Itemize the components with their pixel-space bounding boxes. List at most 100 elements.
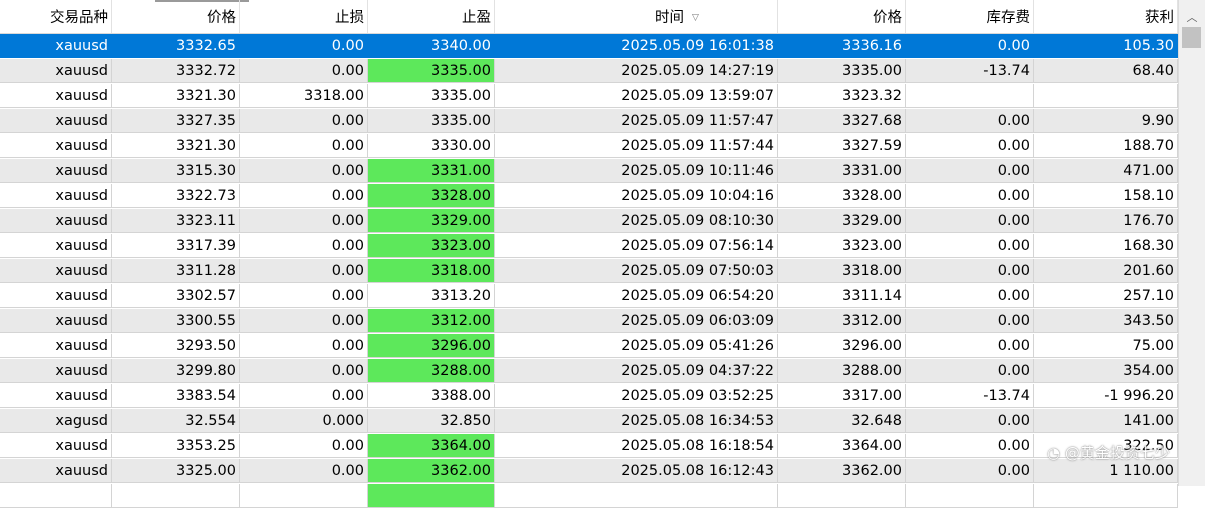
cell-sl: 0.00 [240,109,368,133]
table-row[interactable]: xauusd 3315.30 0.00 3331.00 2025.05.09 10:11… [0,159,1178,184]
scrollbar-thumb[interactable] [1182,27,1201,48]
cell-sl: 0.00 [240,34,368,58]
table-header: 交易品种 价格 止损 止盈 时间 ▽ 价格 库存费 获利 [0,0,1178,34]
column-header-swap[interactable]: 库存费 [906,0,1034,33]
cell-sl: 0.00 [240,459,368,483]
cell-symbol: xauusd [0,84,112,108]
table-row[interactable]: xauusd 3327.35 0.00 3335.00 2025.05.09 11:57… [0,109,1178,134]
cell-swap: 0.00 [906,409,1034,433]
table-row[interactable]: xauusd 3322.73 0.00 3328.00 2025.05.09 10:04… [0,184,1178,209]
cell-tp: 3312.00 [368,309,495,333]
cell-tp: 32.850 [368,409,495,433]
watermark: ◔ @黄金投资七少 [1047,442,1170,463]
cell-price: 3300.55 [112,309,240,333]
cell-sl: 0.00 [240,134,368,158]
cell-price: 3302.57 [112,284,240,308]
table-row[interactable]: xauusd 3321.30 0.00 3330.00 2025.05.09 11:57… [0,134,1178,159]
table-row[interactable] [0,484,1178,509]
table-row[interactable]: xauusd 3325.00 0.00 3362.00 2025.05.08 16:12… [0,459,1178,484]
table-row[interactable]: xauusd 3300.55 0.00 3312.00 2025.05.09 06:03… [0,309,1178,334]
cell-profit: 176.70 [1034,209,1178,233]
table-row[interactable]: xauusd 3311.28 0.00 3318.00 2025.05.09 07:50… [0,259,1178,284]
cell-tp: 3331.00 [368,159,495,183]
cell-time: 2025.05.09 06:54:20 [495,284,778,308]
cell-sl: 0.00 [240,209,368,233]
column-header-profit[interactable]: 获利 [1034,0,1178,33]
cell-swap: 0.00 [906,259,1034,283]
cell-symbol: xauusd [0,234,112,258]
column-header-price[interactable]: 价格 [112,0,240,33]
vertical-scrollbar[interactable]: ︿ [1178,0,1205,486]
cell-symbol: xauusd [0,459,112,483]
cell-time: 2025.05.09 05:41:26 [495,334,778,358]
table-row[interactable]: xauusd 3332.65 0.00 3340.00 2025.05.09 16:01… [0,34,1178,59]
cell-time: 2025.05.08 16:12:43 [495,459,778,483]
cell-sl: 0.00 [240,434,368,458]
cell-profit: 141.00 [1034,409,1178,433]
cell-swap: 0.00 [906,109,1034,133]
cell-time: 2025.05.08 16:18:54 [495,434,778,458]
cell-price [112,484,240,508]
cell-tp: 3329.00 [368,209,495,233]
cell-swap: 0.00 [906,459,1034,483]
cell-symbol: xagusd [0,409,112,433]
table-row[interactable]: xauusd 3317.39 0.00 3323.00 2025.05.09 07:56… [0,234,1178,259]
cell-time: 2025.05.09 04:37:22 [495,359,778,383]
cell-swap: 0.00 [906,34,1034,58]
cell-profit [1034,84,1178,108]
scroll-up-arrow-icon[interactable]: ︿ [1179,9,1205,25]
cell-profit: 68.40 [1034,59,1178,83]
cell-close-price: 3296.00 [778,334,906,358]
cell-tp: 3335.00 [368,109,495,133]
cell-time: 2025.05.09 08:10:30 [495,209,778,233]
cell-close-price: 3288.00 [778,359,906,383]
cell-symbol: xauusd [0,59,112,83]
cell-close-price: 3331.00 [778,159,906,183]
cell-price: 3311.28 [112,259,240,283]
cell-close-price: 3327.68 [778,109,906,133]
cell-tp: 3362.00 [368,459,495,483]
cell-tp [368,484,495,508]
cell-tp: 3364.00 [368,434,495,458]
table-row[interactable]: xauusd 3332.72 0.00 3335.00 2025.05.09 14:27… [0,59,1178,84]
cell-symbol: xauusd [0,159,112,183]
column-header-close-price[interactable]: 价格 [778,0,906,33]
cell-symbol: xauusd [0,34,112,58]
table-row[interactable]: xagusd 32.554 0.000 32.850 2025.05.08 16:34:… [0,409,1178,434]
table-row[interactable]: xauusd 3302.57 0.00 3313.20 2025.05.09 06:54… [0,284,1178,309]
cell-price: 3299.80 [112,359,240,383]
cell-close-price: 3336.16 [778,34,906,58]
column-header-symbol[interactable]: 交易品种 [0,0,112,33]
cell-time: 2025.05.09 07:56:14 [495,234,778,258]
cell-symbol: xauusd [0,434,112,458]
cell-price: 3353.25 [112,434,240,458]
cell-swap: 0.00 [906,134,1034,158]
cell-close-price: 3329.00 [778,209,906,233]
table-row[interactable]: xauusd 3323.11 0.00 3329.00 2025.05.09 08:10… [0,209,1178,234]
cell-profit: 168.30 [1034,234,1178,258]
sort-descending-icon: ▽ [692,13,699,23]
table-row[interactable]: xauusd 3293.50 0.00 3296.00 2025.05.09 05:41… [0,334,1178,359]
column-header-take-profit[interactable]: 止盈 [368,0,495,33]
cell-swap: 0.00 [906,159,1034,183]
table-row[interactable]: xauusd 3383.54 0.00 3388.00 2025.05.09 03:52… [0,384,1178,409]
cell-sl: 0.00 [240,359,368,383]
table-row[interactable]: xauusd 3321.30 3318.00 3335.00 2025.05.09 13… [0,84,1178,109]
cell-price: 3332.72 [112,59,240,83]
cell-close-price: 3327.59 [778,134,906,158]
column-header-stop-loss[interactable]: 止损 [240,0,368,33]
table-row[interactable]: xauusd 3299.80 0.00 3288.00 2025.05.09 04:37… [0,359,1178,384]
watermark-text: @黄金投资七少 [1064,444,1170,462]
cell-price: 3332.65 [112,34,240,58]
cell-symbol: xauusd [0,359,112,383]
cell-swap: 0.00 [906,359,1034,383]
cell-time [495,484,778,508]
cell-time: 2025.05.09 13:59:07 [495,84,778,108]
table-row[interactable]: xauusd 3353.25 0.00 3364.00 2025.05.08 16:18… [0,434,1178,459]
column-header-time[interactable]: 时间 ▽ [495,0,778,33]
cell-swap: 0.00 [906,184,1034,208]
cell-close-price: 32.648 [778,409,906,433]
cell-sl: 0.00 [240,309,368,333]
cell-sl: 0.00 [240,184,368,208]
cell-tp: 3318.00 [368,259,495,283]
